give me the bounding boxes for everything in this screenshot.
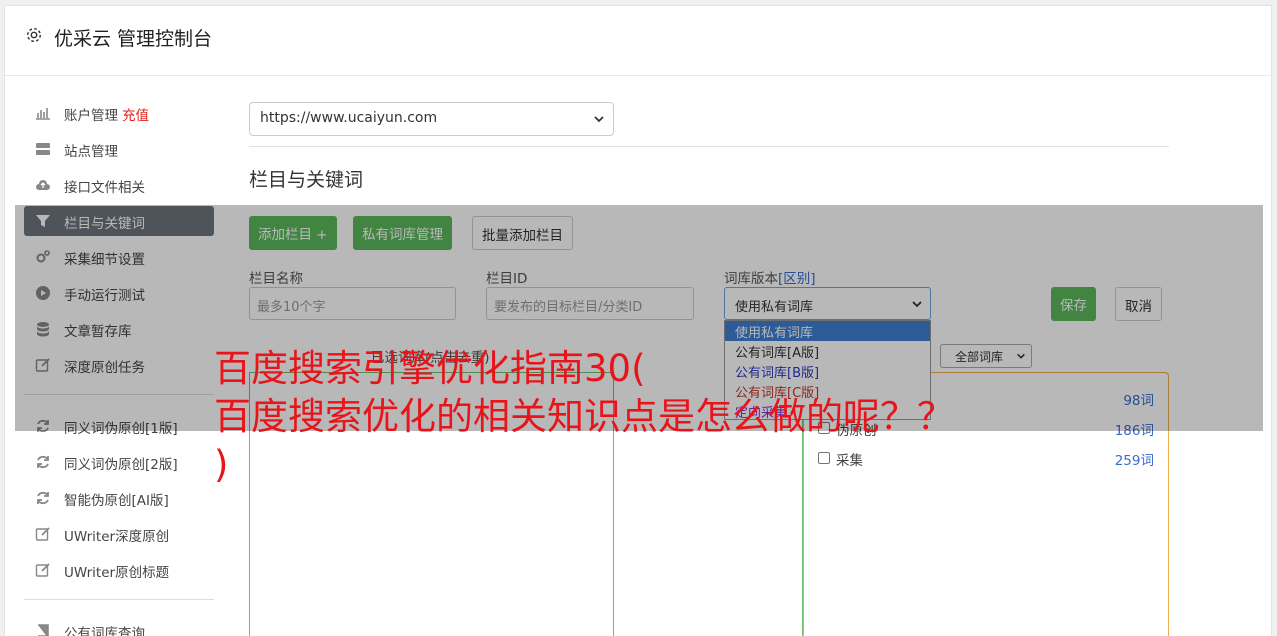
caption-line: 百度搜索优化的相关知识点是怎么做的呢？？ [214,395,954,438]
sidebar-item-uwriter-original[interactable]: UWriter深度原创 [24,519,214,549]
sidebar-item-label: 账户管理 [64,108,118,124]
bar-chart-icon [36,108,50,120]
sidebar-item-label: UWriter原创标题 [64,565,170,581]
divider [249,146,1169,147]
book-icon [37,624,49,636]
sidebar-item-ai-rewrite[interactable]: 智能伪原创[AI版] [24,483,214,513]
site-select[interactable]: https://www.ucaiyun.com [249,102,614,136]
sidebar-item-label: 同义词伪原创[2版] [64,457,178,473]
refresh-icon [37,491,49,505]
sidebar-item-uwriter-title[interactable]: UWriter原创标题 [24,555,214,585]
section-title: 栏目与关键词 [249,169,364,191]
server-icon [36,143,50,155]
sidebar-item-account[interactable]: 账户管理 充值 [24,98,214,128]
top-bar: 优采云 管理控制台 [5,6,1271,76]
sidebar-item-label: 站点管理 [64,144,118,160]
lib-count: 259词 [1114,453,1154,469]
site-select-value: https://www.ucaiyun.com [260,110,438,126]
edit-icon [35,563,50,577]
sidebar-item-label: 智能伪原创[AI版] [64,493,169,509]
sidebar-item-public-lib-query[interactable]: 公有词库查询 [24,616,214,636]
refresh-icon [37,455,49,469]
caption-line: ) [214,443,229,486]
sidebar-item-synonym-v2[interactable]: 同义词伪原创[2版] [24,447,214,477]
sidebar-item-sites[interactable]: 站点管理 [24,134,214,164]
sidebar-item-interface[interactable]: 接口文件相关 [24,170,214,200]
sidebar-item-label: 公有词库查询 [64,626,145,636]
sidebar-item-label: UWriter深度原创 [64,529,170,545]
recharge-link[interactable]: 充值 [122,108,149,124]
sidebar-item-label: 接口文件相关 [64,180,145,196]
caption-line: 百度搜索引擎优化指南30( [214,347,646,390]
sidebar-divider [24,599,214,600]
gear-icon [26,27,42,43]
cloud-upload-icon [36,180,50,190]
edit-icon [35,527,50,541]
app-title: 优采云 管理控制台 [54,28,213,50]
chevron-down-icon [594,116,604,123]
overlay-caption: 百度搜索引擎优化指南30( 百度搜索优化的相关知识点是怎么做的呢？？ ) [214,345,1084,489]
